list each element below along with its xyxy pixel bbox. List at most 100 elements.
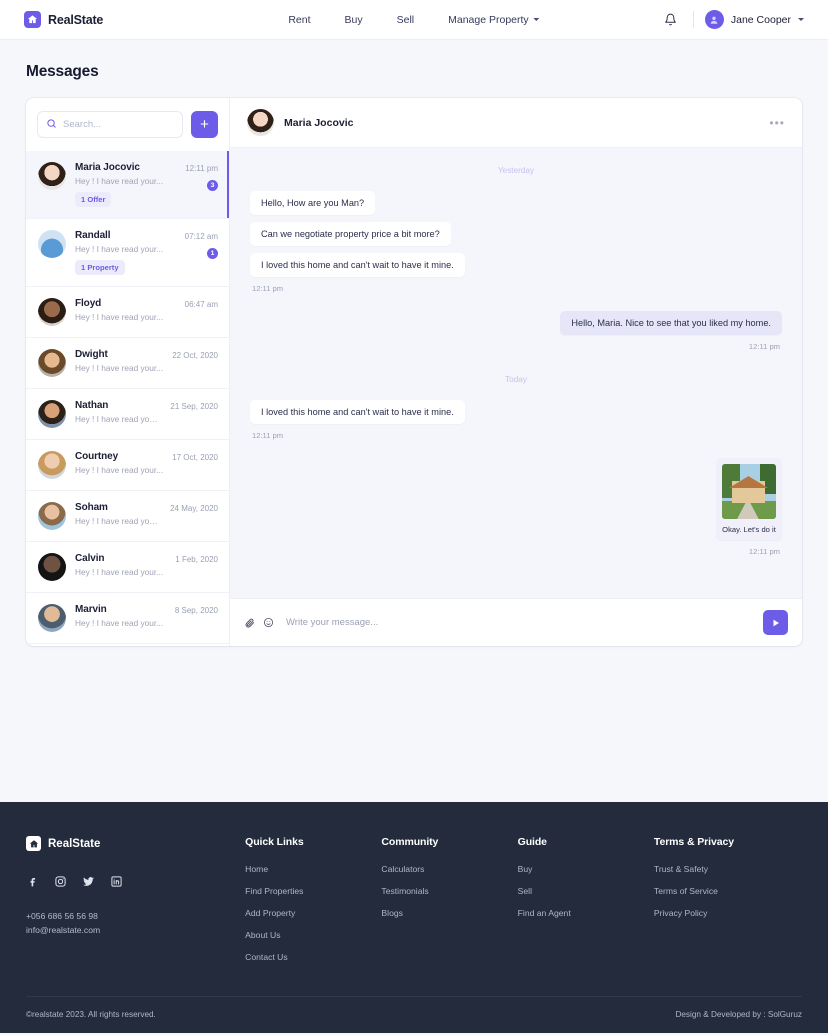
conversation-name: Maria Jocovic (75, 162, 140, 173)
conversation-item-marvin[interactable]: Marvin Hey ! I have read your... 8 Sep, 20… (26, 593, 229, 644)
more-options-icon[interactable]: ••• (769, 117, 785, 129)
message-timestamp: 12:11 pm (252, 284, 284, 293)
conversation-item-maria-jocovic[interactable]: Maria Jocovic Hey ! I have read your... 1 … (26, 151, 229, 219)
conversation-time: 06:47 am (184, 300, 218, 309)
send-button[interactable] (763, 610, 788, 635)
copyright-text: ©realstate 2023. All rights reserved. (26, 1010, 156, 1019)
conversation-item-dwight[interactable]: Dwight Hey ! I have read your... 22 Oct, 2… (26, 338, 229, 389)
paperclip-icon[interactable] (244, 617, 255, 628)
brand-logo[interactable]: RealState (24, 11, 103, 28)
date-separator-yesterday: Yesterday (497, 166, 535, 175)
footer-link[interactable]: Blogs (381, 908, 517, 918)
house-logo-icon (26, 836, 41, 851)
message-input[interactable] (286, 617, 755, 628)
search-input[interactable] (63, 119, 174, 130)
footer-link[interactable]: Home (245, 864, 381, 874)
avatar (704, 10, 724, 29)
chat-header: Maria Jocovic ••• (230, 98, 802, 148)
footer-link[interactable]: Contact Us (245, 952, 381, 962)
credit-text: Design & Developed by : SolGuruz (675, 1010, 802, 1019)
nav-link-rent[interactable]: Rent (288, 14, 310, 26)
conversation-time: 12:11 pm (185, 164, 218, 173)
message-row: Can we negotiate property price a bit mo… (250, 222, 782, 246)
add-conversation-button[interactable]: + (191, 111, 218, 138)
conversation-time: 22 Oct, 2020 (172, 351, 218, 360)
conversation-item-nathan[interactable]: Nathan Hey ! I have read your... 21 Sep, 2… (26, 389, 229, 440)
bell-icon[interactable] (660, 9, 682, 31)
nav-link-rent-label: Rent (288, 13, 311, 26)
message-bubble-incoming: I loved this home and can't wait to have… (250, 400, 465, 424)
message-row: Hello, How are you Man? (250, 191, 782, 215)
conversation-preview: Hey ! I have read your... (75, 516, 162, 526)
footer-link[interactable]: Calculators (381, 864, 517, 874)
conversation-meta: 21 Sep, 2020 (170, 400, 218, 411)
conversation-meta: 8 Sep, 2020 (175, 604, 218, 615)
footer-column-title: Quick Links (245, 836, 304, 848)
nav-link-buy[interactable]: Buy (345, 14, 363, 26)
message-bubble-incoming: Hello, How are you Man? (250, 191, 376, 215)
footer-link[interactable]: Find Properties (245, 886, 381, 896)
unread-badge: 1 (207, 248, 218, 259)
footer-link[interactable]: About Us (245, 930, 381, 940)
footer-link[interactable]: Sell (518, 886, 654, 896)
message-row: I loved this home and can't wait to have… (250, 253, 782, 277)
footer-column-title: Community (381, 836, 439, 848)
emoji-icon[interactable] (263, 617, 274, 628)
linkedin-icon[interactable] (110, 875, 123, 888)
conversation-list[interactable]: Maria Jocovic Hey ! I have read your... 1 … (26, 151, 229, 646)
nav-link-sell[interactable]: Sell (397, 14, 415, 26)
footer-link[interactable]: Terms of Service (654, 886, 802, 896)
conversation-meta: 12:11 pm 3 (185, 162, 218, 192)
conversation-name: Marvin (75, 604, 107, 615)
footer-logo[interactable]: RealState (26, 836, 245, 851)
property-photo (722, 464, 776, 519)
footer-bottom-bar: ©realstate 2023. All rights reserved. De… (26, 996, 802, 1033)
footer-link[interactable]: Testimonials (381, 886, 517, 896)
conversation-item-calvin[interactable]: Calvin Hey ! I have read your... 1 Feb, 20… (26, 542, 229, 593)
instagram-icon[interactable] (54, 875, 67, 888)
user-menu[interactable]: Jane Cooper (704, 10, 804, 29)
conversation-preview: Hey ! I have read your... (75, 176, 164, 186)
message-row: I loved this home and can't wait to have… (250, 400, 782, 424)
footer-link[interactable]: Add Property (245, 908, 381, 918)
message-bubble-incoming: I loved this home and can't wait to have… (250, 253, 465, 277)
message-image-caption: Okay. Let's do it (722, 525, 776, 534)
conversation-name: Dwight (75, 349, 108, 360)
conversation-body: Floyd Hey ! I have read your... (75, 298, 176, 322)
conversation-item-floyd[interactable]: Floyd Hey ! I have read your... 06:47 am (26, 287, 229, 338)
conversation-preview: Hey ! I have read your... (75, 363, 164, 373)
conversation-meta: 17 Oct, 2020 (172, 451, 218, 462)
messenger-panel: + Maria Jocovic Hey ! I have read your...… (26, 98, 802, 646)
footer-link[interactable]: Trust & Safety (654, 864, 802, 874)
footer-link[interactable]: Find an Agent (518, 908, 654, 918)
conversation-item-courtney[interactable]: Courtney Hey ! I have read your... 17 Oct,… (26, 440, 229, 491)
conversation-item-soham[interactable]: Soham Hey ! I have read your... 24 May, 20… (26, 491, 229, 542)
brand-name: RealState (48, 12, 104, 27)
conversation-body: Randall Hey ! I have read your... 1 Proper… (75, 230, 176, 275)
nav-link-manage-property[interactable]: Manage Property (448, 14, 540, 26)
nav-divider (692, 11, 694, 28)
conversation-name: Courtney (75, 451, 119, 462)
twitter-icon[interactable] (82, 875, 95, 888)
footer-column-guide: Guide Buy Sell Find an Agent (518, 836, 654, 974)
search-box[interactable] (37, 111, 183, 138)
footer-link[interactable]: Buy (518, 864, 654, 874)
conversation-name: Nathan (75, 400, 109, 411)
conversation-tag: 1 Offer (75, 192, 112, 207)
avatar (38, 604, 66, 632)
footer-phone[interactable]: +056 686 56 56 98 (26, 909, 245, 923)
conversation-item-randall[interactable]: Randall Hey ! I have read your... 1 Proper… (26, 219, 229, 287)
chevron-down-icon (533, 18, 540, 21)
footer-email[interactable]: info@realstate.com (26, 923, 245, 937)
conversation-body: Calvin Hey ! I have read your... (75, 553, 166, 577)
conversation-time: 24 May, 2020 (170, 504, 218, 513)
message-image-card[interactable]: Okay. Let's do it (716, 458, 782, 540)
message-row: Hello, Maria. Nice to see that you liked… (250, 311, 782, 335)
footer-link[interactable]: Privacy Policy (654, 908, 802, 918)
facebook-icon[interactable] (26, 875, 39, 888)
conversation-body: Maria Jocovic Hey ! I have read your... 1 … (75, 162, 176, 207)
conversation-name: Randall (75, 230, 111, 241)
house-logo-icon (24, 11, 41, 28)
message-timestamp: 12:11 pm (748, 547, 780, 556)
conversation-preview: Hey ! I have read your... (75, 244, 164, 254)
